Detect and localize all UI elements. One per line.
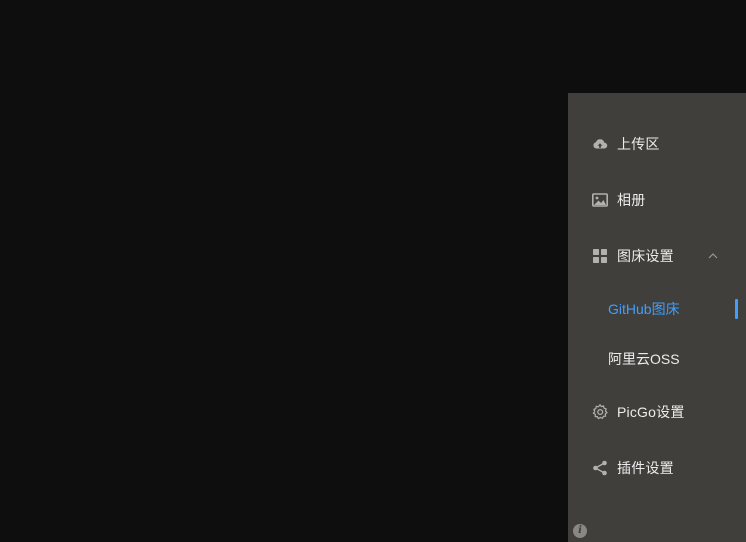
sidebar-item-upload[interactable]: 上传区 bbox=[568, 116, 746, 172]
sidebar-item-album[interactable]: 相册 bbox=[568, 172, 746, 228]
picture-icon bbox=[592, 192, 608, 208]
sidebar-item-label: 相册 bbox=[617, 192, 646, 208]
sidebar-item-plugin-settings[interactable]: 插件设置 bbox=[568, 440, 746, 496]
submenu-item-aliyun-oss[interactable]: 阿里云OSS bbox=[568, 334, 746, 384]
share-icon bbox=[592, 460, 608, 476]
sidebar-item-picgo-settings[interactable]: PicGo设置 bbox=[568, 384, 746, 440]
chevron-up-icon[interactable] bbox=[707, 250, 719, 262]
sidebar-item-label: 插件设置 bbox=[617, 460, 674, 476]
app-window: 上传区 相册 图床设置 GitHub图床 阿里云OSS PicGo设置 插件设置… bbox=[0, 0, 746, 542]
sidebar-item-image-host-settings[interactable]: 图床设置 bbox=[568, 228, 746, 284]
gear-icon bbox=[592, 404, 608, 420]
cloud-upload-icon bbox=[592, 136, 608, 152]
submenu-item-label: GitHub图床 bbox=[608, 301, 680, 317]
sidebar: 上传区 相册 图床设置 GitHub图床 阿里云OSS PicGo设置 插件设置… bbox=[568, 93, 746, 542]
submenu-item-label: 阿里云OSS bbox=[608, 351, 680, 367]
info-icon[interactable]: i bbox=[573, 524, 587, 538]
sidebar-item-label: 图床设置 bbox=[617, 248, 674, 264]
sidebar-item-label: 上传区 bbox=[617, 136, 660, 152]
active-indicator bbox=[735, 299, 738, 319]
sidebar-item-label: PicGo设置 bbox=[617, 404, 685, 420]
grid-menu-icon bbox=[592, 248, 608, 264]
submenu-item-github[interactable]: GitHub图床 bbox=[568, 284, 746, 334]
